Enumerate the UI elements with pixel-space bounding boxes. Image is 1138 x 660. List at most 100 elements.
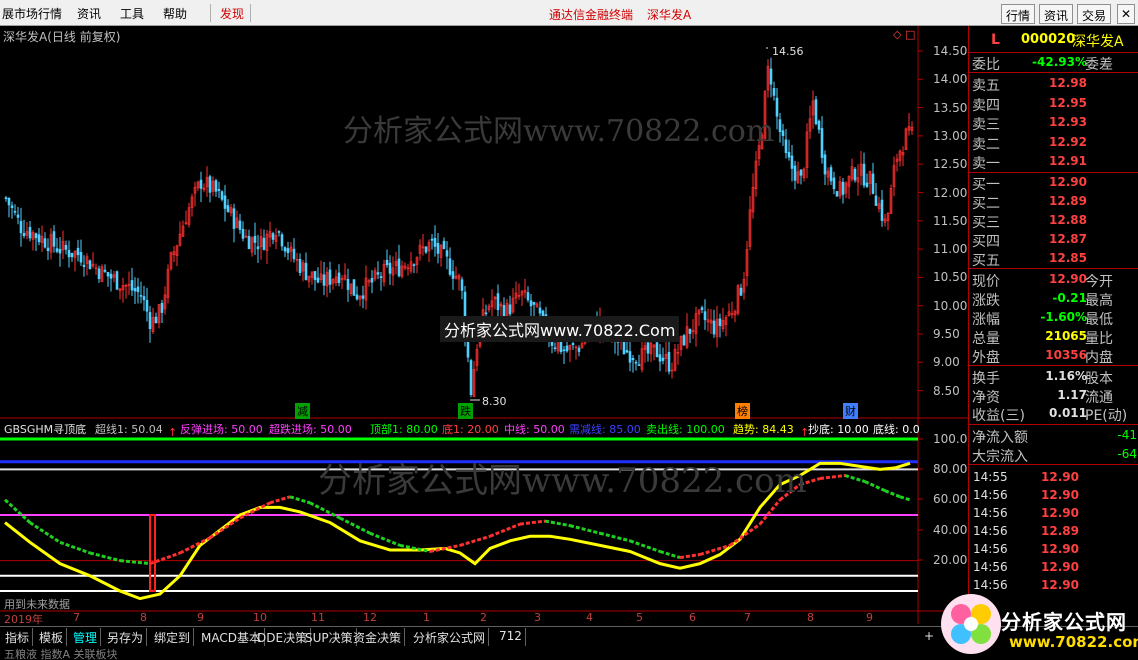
signal-line xyxy=(899,495,911,502)
menu-tools[interactable]: 工具 xyxy=(120,5,144,22)
candle-body xyxy=(223,195,227,209)
indicator-param: 抄底: 10.00 xyxy=(808,423,869,436)
window-icon[interactable]: □ xyxy=(905,28,915,41)
candle-body xyxy=(625,350,629,353)
tab[interactable]: 分析家公式网 xyxy=(410,628,490,646)
candle-body xyxy=(508,304,512,315)
event-marker[interactable]: 减 xyxy=(295,403,310,419)
close-icon[interactable]: ✕ xyxy=(1117,4,1136,24)
candle-body xyxy=(424,246,428,253)
signal-line xyxy=(819,473,846,481)
tab[interactable]: 管理 xyxy=(70,628,102,646)
candle-body xyxy=(322,274,326,286)
signal-line xyxy=(459,534,491,547)
candle-body xyxy=(688,328,692,334)
tab[interactable]: 另存为 xyxy=(104,628,148,646)
candle-body xyxy=(316,277,320,283)
indicator-tick-label: 80.00 xyxy=(933,462,968,476)
candle-body xyxy=(703,311,707,321)
tab[interactable]: 712 xyxy=(496,628,526,646)
indicator-name[interactable]: GBSGHM寻顶底 xyxy=(4,421,86,437)
menu-help[interactable]: 帮助 xyxy=(163,5,187,22)
candle-body xyxy=(37,234,41,243)
candle-body xyxy=(46,247,50,252)
tick-row: 14:56 12.90 xyxy=(973,542,1079,556)
add-tab-icon[interactable]: + xyxy=(924,629,934,643)
menu-market[interactable]: 展市场行情 xyxy=(2,5,62,22)
quote-button[interactable]: 行情 xyxy=(1001,4,1036,24)
candle-body xyxy=(232,208,236,229)
candle-body xyxy=(346,278,350,290)
x-axis-label: 1 xyxy=(423,611,430,624)
candle-body xyxy=(865,182,869,187)
candle-body xyxy=(133,288,137,292)
candle-body xyxy=(571,343,575,346)
watermark-highlight: 分析家公式网www.70822.Com xyxy=(440,316,680,342)
price-tick-label: 11.00 xyxy=(933,242,968,257)
candle-body xyxy=(154,316,158,324)
diamond-icon[interactable]: ◇ xyxy=(893,28,901,41)
news-button[interactable]: 资讯 xyxy=(1039,4,1074,24)
price-tick-label: 9.00 xyxy=(933,355,960,370)
candle-body xyxy=(397,258,401,277)
candle-body xyxy=(778,119,782,132)
candle-body xyxy=(7,197,11,206)
fin-row: 收益(三) 0.011 PE(动) xyxy=(972,406,1128,424)
price-tick-label: 13.00 xyxy=(933,128,968,143)
menu-bar: 展市场行情 资讯 工具 帮助 发现 通达信金融终端 深华发A 行情 资讯 交易 … xyxy=(0,0,1138,26)
tab[interactable]: 资金决策 xyxy=(350,628,406,646)
price-tick-label: 9.50 xyxy=(933,327,960,341)
candle-body xyxy=(283,247,287,252)
trade-button[interactable]: 交易 xyxy=(1077,4,1112,24)
signal-line xyxy=(864,480,886,493)
indicator-param: 顶部1: 80.00 xyxy=(370,423,438,436)
window-stock-name: 深华发A xyxy=(647,8,692,22)
candle-body xyxy=(448,258,452,275)
candle-body xyxy=(436,242,440,254)
candle-body xyxy=(139,295,143,297)
tab[interactable]: 模板 xyxy=(36,628,68,646)
x-axis-label: 2 xyxy=(480,611,487,624)
footer-note: 用到未来数据 xyxy=(4,598,70,611)
candle-body xyxy=(769,68,773,85)
candle-body xyxy=(829,167,833,182)
candle-body xyxy=(67,250,71,258)
x-axis-label: 9 xyxy=(197,611,204,624)
tick-row: 14:56 12.90 xyxy=(973,560,1079,574)
stat-row: 现价 12.90 今开 xyxy=(972,272,1113,290)
candle-body xyxy=(445,250,449,257)
candle-body xyxy=(793,165,797,181)
chart-area[interactable]: ↑ ↑ 深华发A(日线 前复权) ◇ □ 14.56 8.30 分析家公式网www… xyxy=(0,26,975,626)
chart-title: 深华发A(日线 前复权) xyxy=(3,30,121,44)
candle-body xyxy=(385,259,389,266)
event-marker[interactable]: 财 xyxy=(843,403,858,419)
tab[interactable]: SUP决策 xyxy=(302,628,357,646)
logo-title: 分析家公式网 xyxy=(1001,610,1127,634)
candle-body xyxy=(88,260,92,270)
tick-row: 14:56 12.90 xyxy=(973,488,1079,502)
event-marker[interactable]: 跌 xyxy=(458,403,473,419)
market-letter: L xyxy=(991,32,1000,48)
tab[interactable]: 绑定到 xyxy=(151,628,195,646)
menu-news[interactable]: 资讯 xyxy=(77,5,101,22)
stat-row: 涨幅 -1.60% 最低 xyxy=(972,310,1113,328)
signal-line xyxy=(844,474,866,483)
candle-body xyxy=(835,191,839,197)
candle-body xyxy=(460,279,464,291)
menu-discover[interactable]: 发现 xyxy=(220,5,244,22)
signal-line xyxy=(89,551,121,563)
weibi-row: 委比 -42.93% 委差 xyxy=(972,55,1113,73)
signal-line xyxy=(519,519,546,526)
candle-body xyxy=(628,351,632,363)
tab[interactable]: 指标 xyxy=(2,628,34,646)
x-axis-label: 4 xyxy=(586,611,593,624)
signal-line xyxy=(269,495,291,505)
signal-line xyxy=(659,550,681,559)
bid-row: 买一 12.90 xyxy=(972,175,1087,193)
candle-body xyxy=(433,237,437,247)
event-marker[interactable]: 榜 xyxy=(735,403,750,419)
stock-name: 深华发A xyxy=(1072,34,1124,50)
candle-body xyxy=(700,307,704,310)
candle-body xyxy=(241,228,245,239)
candle-body xyxy=(106,271,110,277)
